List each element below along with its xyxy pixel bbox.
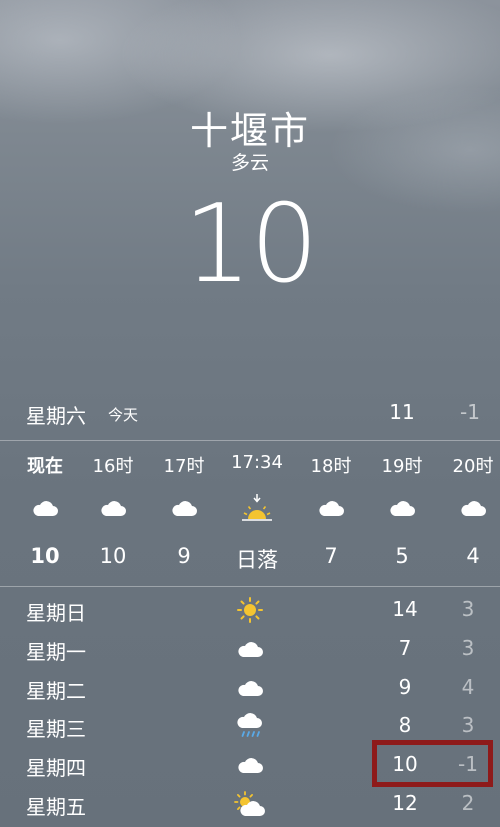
cloud-icon (10, 498, 80, 524)
cloud-icon (296, 498, 366, 524)
hour-temp: 5 (395, 544, 409, 568)
daily-row: 星期日 14 3 (0, 591, 500, 629)
cloud-icon (232, 635, 268, 663)
cloud-icon (232, 674, 268, 702)
today-high-temp: 11 (389, 400, 415, 424)
hourly-item: 20时 4 (438, 448, 500, 578)
day-low-temp: 2 (461, 791, 475, 815)
today-summary-row: 星期六 今天 11 -1 (0, 388, 500, 436)
hour-temp: 9 (177, 544, 191, 568)
day-name: 星期四 (26, 756, 86, 780)
rain-cloud-icon (232, 712, 268, 740)
hour-temp: 7 (324, 544, 338, 568)
day-name: 星期五 (26, 795, 86, 819)
sunset-icon (222, 492, 292, 524)
hour-time: 20时 (452, 456, 494, 477)
day-name: 星期日 (26, 601, 86, 625)
daily-row: 星期一 7 3 (0, 630, 500, 668)
city-name: 十堰市 (189, 109, 310, 153)
day-low-temp: 3 (461, 636, 475, 660)
day-high-temp: 9 (398, 675, 412, 699)
cloud-icon (367, 498, 437, 524)
hour-temp: 日落 (236, 548, 278, 572)
hour-temp: 4 (466, 544, 480, 568)
day-low-temp: 3 (461, 597, 475, 621)
day-high-temp: 14 (392, 597, 418, 621)
today-day-name: 星期六 (26, 404, 86, 428)
day-high-temp: 7 (398, 636, 412, 660)
hourly-item: 17:34 日落 (222, 448, 292, 578)
day-name: 星期二 (26, 679, 86, 703)
hour-temp: 10 (99, 544, 127, 568)
hour-time: 17:34 (231, 452, 283, 473)
cloud-icon (149, 498, 219, 524)
weather-condition: 多云 (230, 152, 269, 174)
hour-time: 17时 (163, 456, 205, 477)
hour-temp: 10 (30, 544, 60, 568)
daily-row: 星期五 12 2 (0, 785, 500, 823)
hour-time: 18时 (310, 456, 352, 477)
hour-time: 19时 (381, 456, 423, 477)
divider (0, 586, 500, 587)
hourly-item: 18时 7 (296, 448, 366, 578)
hour-time: 现在 (27, 456, 63, 477)
cloud-icon (78, 498, 148, 524)
day-low-temp: 3 (461, 713, 475, 737)
today-label: 今天 (108, 406, 139, 424)
sun-icon (232, 596, 268, 624)
day-name: 星期三 (26, 717, 86, 741)
hourly-item: 17时 9 (149, 448, 219, 578)
hourly-item: 16时 10 (78, 448, 148, 578)
day-name: 星期一 (26, 640, 86, 664)
daily-row: 星期二 9 4 (0, 669, 500, 707)
day-high-temp: 12 (392, 791, 418, 815)
day-high-temp: 8 (398, 713, 412, 737)
highlight-annotation-box (372, 740, 493, 787)
cloud-icon (438, 498, 500, 524)
current-temperature: 10 (183, 182, 318, 307)
divider (0, 440, 500, 441)
partly-sunny-icon (232, 790, 268, 818)
hourly-item: 现在 10 (10, 448, 80, 578)
today-low-temp: -1 (460, 400, 480, 424)
day-low-temp: 4 (461, 675, 475, 699)
hour-time: 16时 (92, 456, 134, 477)
cloud-icon (232, 751, 268, 779)
hourly-item: 19时 5 (367, 448, 437, 578)
